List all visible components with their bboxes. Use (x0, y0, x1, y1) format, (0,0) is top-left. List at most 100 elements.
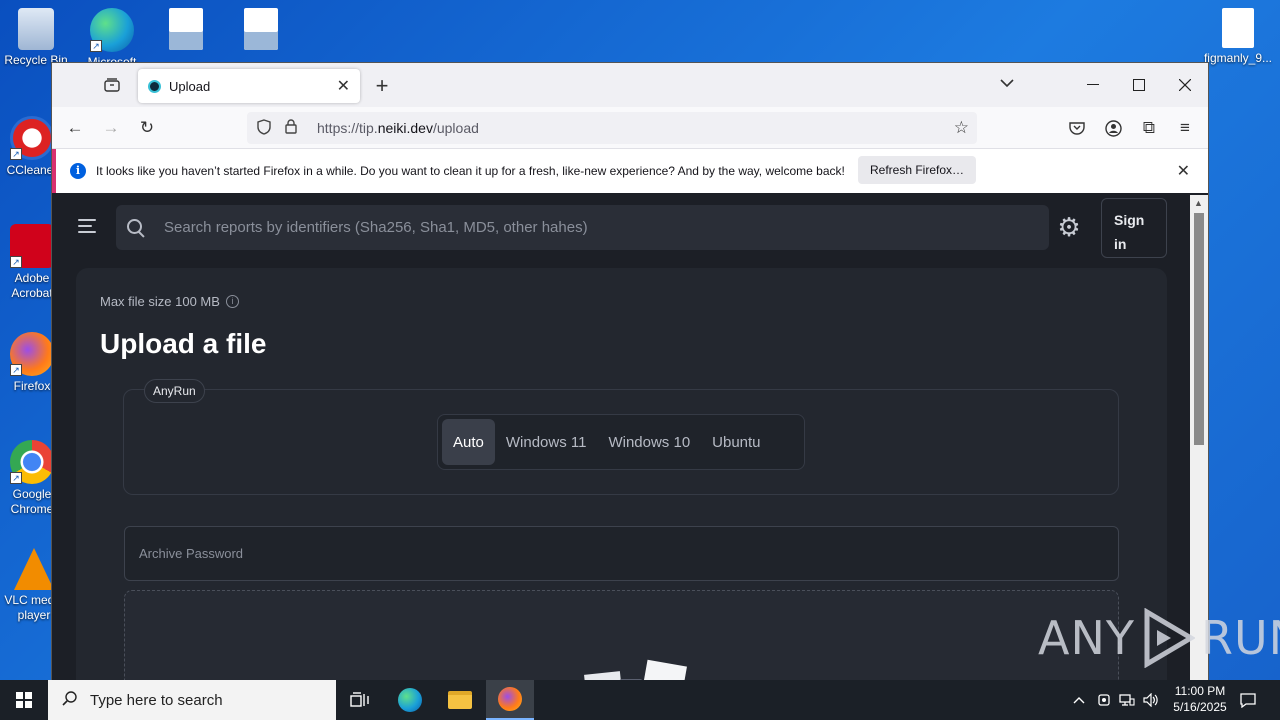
edge-icon: ↗ (90, 8, 134, 52)
ccleaner-icon: ↗ (10, 116, 54, 160)
desktop-icon-recycle-bin[interactable]: Recycle Bin (0, 8, 72, 68)
pocket-button[interactable] (1062, 113, 1092, 143)
watermark-text-left: ANY (1038, 611, 1135, 665)
clock-date: 5/16/2025 (1173, 700, 1227, 714)
chevron-down-icon (1000, 79, 1014, 88)
scrollbar-thumb[interactable] (1194, 213, 1204, 445)
hamburger-menu-icon[interactable] (78, 219, 96, 237)
desktop-icon-image-file-2[interactable] (225, 8, 297, 53)
desktop-icon-edge[interactable]: ↗ Microsoft Edge (76, 8, 148, 69)
settings-gear-icon[interactable]: ⚙ (1056, 214, 1082, 240)
os-option-windows-11[interactable]: Windows 11 (495, 419, 598, 465)
tab-upload[interactable]: Upload ✕ (138, 69, 360, 103)
anyrun-watermark: ANY RUN (1038, 608, 1280, 668)
os-option-windows-10[interactable]: Windows 10 (597, 419, 701, 465)
arrow-left-icon: ← (66, 118, 84, 137)
os-option-auto[interactable]: Auto (442, 419, 495, 465)
image-file-icon (244, 8, 278, 50)
archive-password-placeholder: Archive Password (139, 546, 244, 561)
start-button[interactable] (0, 680, 48, 720)
max-file-size-text: Max file size 100 MB (100, 294, 220, 309)
close-window-button[interactable] (1162, 63, 1208, 107)
info-circle-icon[interactable]: i (225, 295, 239, 308)
reload-button[interactable]: ↻ (132, 113, 162, 143)
minimize-icon (1087, 84, 1099, 85)
max-file-size-note: Max file size 100 MB i (100, 294, 239, 309)
report-search-input[interactable]: Search reports by identifiers (Sha256, S… (116, 205, 1049, 250)
back-button[interactable]: ← (60, 113, 90, 143)
taskbar-edge[interactable] (386, 680, 434, 720)
recycle-bin-icon (18, 8, 54, 50)
taskbar-search-box[interactable]: Type here to search (48, 680, 336, 720)
shortcut-arrow-icon: ↗ (10, 364, 22, 376)
hamburger-menu-icon: ≡ (1180, 118, 1190, 137)
desktop-icon-document[interactable]: figmanly_9... (1200, 8, 1276, 66)
tracking-protection-shield-icon[interactable] (257, 118, 275, 138)
desktop-icon-label: Google Chrome (10, 487, 54, 516)
lock-icon[interactable] (285, 119, 303, 137)
refresh-firefox-button[interactable]: Refresh Firefox… (858, 156, 977, 184)
search-icon (62, 690, 78, 711)
close-icon (1179, 79, 1191, 91)
device-icon (1098, 694, 1110, 706)
play-logo-icon (1144, 608, 1195, 668)
archive-password-input[interactable]: Archive Password (124, 526, 1119, 581)
puzzle-icon: ⧉ (1142, 118, 1156, 137)
forward-button[interactable]: → (96, 113, 126, 143)
document-file-icon (1222, 8, 1254, 48)
taskbar-file-explorer[interactable] (436, 680, 484, 720)
tray-volume-icon[interactable] (1140, 680, 1162, 720)
vlc-icon (14, 548, 54, 590)
chrome-icon: ↗ (10, 440, 54, 484)
site-favicon-icon (148, 79, 161, 93)
firefox-icon: ↗ (10, 332, 54, 376)
scroll-up-arrow-icon[interactable]: ▲ (1194, 198, 1203, 208)
search-icon (126, 218, 146, 238)
url-bar[interactable]: https://tip.neiki.dev/upload ☆ (247, 112, 977, 144)
navigation-toolbar: ← → ↻ https://tip.neiki.dev/upload ☆ ⧉ ≡ (52, 107, 1208, 149)
close-tab-icon[interactable]: ✕ (337, 76, 350, 96)
desktop-icon-image-file-1[interactable] (150, 8, 222, 53)
close-notification-icon[interactable]: ✕ (1177, 161, 1190, 181)
windows-logo-icon (16, 692, 32, 708)
firefox-window: Upload ✕ + ← → ↻ https://tip.neiki.dev/u… (52, 63, 1208, 680)
upload-illustration (555, 659, 687, 680)
taskbar-clock[interactable]: 11:00 PM 5/16/2025 (1160, 683, 1240, 715)
app-menu-button[interactable]: ≡ (1170, 113, 1200, 143)
url-domain: neiki.dev (377, 120, 433, 136)
list-all-tabs-button[interactable] (1000, 75, 1014, 91)
maximize-button[interactable] (1116, 63, 1162, 107)
notification-message: It looks like you haven’t started Firefo… (96, 164, 845, 178)
extensions-button[interactable]: ⧉ (1134, 113, 1164, 143)
account-button[interactable] (1098, 113, 1128, 143)
notification-icon (1240, 692, 1256, 708)
url-prefix: https://tip. (317, 120, 378, 136)
image-file-icon (169, 8, 203, 50)
os-option-ubuntu[interactable]: Ubuntu (701, 419, 771, 465)
reload-icon: ↻ (139, 118, 155, 137)
pocket-icon (1069, 122, 1085, 135)
firefox-view-button[interactable] (92, 70, 132, 100)
taskbar: Type here to search 11:00 PM 5/16/2025 (0, 680, 1280, 720)
desktop-icon-label: Adobe Acrobat (11, 271, 53, 300)
new-tab-button[interactable]: + (370, 73, 394, 99)
info-icon: i (70, 163, 86, 179)
firefox-view-icon (104, 78, 120, 92)
sandbox-tag: AnyRun (144, 379, 205, 403)
notification-bar: i It looks like you haven’t started Fire… (52, 149, 1208, 193)
tray-device-icon[interactable] (1093, 680, 1115, 720)
tray-network-icon[interactable] (1116, 680, 1138, 720)
show-hidden-icons-button[interactable] (1068, 680, 1090, 720)
task-view-button[interactable] (336, 680, 384, 720)
notification-center-button[interactable] (1234, 680, 1262, 720)
file-drop-zone[interactable] (124, 590, 1119, 680)
bookmark-star-icon[interactable]: ☆ (954, 118, 969, 138)
volume-icon (1143, 693, 1158, 707)
page-content: Search reports by identifiers (Sha256, S… (52, 195, 1190, 680)
minimize-button[interactable] (1070, 63, 1116, 107)
taskbar-firefox[interactable] (486, 680, 534, 720)
sign-in-button[interactable]: Sign in (1101, 198, 1167, 258)
folder-icon (448, 691, 472, 709)
edge-icon (398, 688, 422, 712)
task-view-icon (350, 692, 369, 707)
